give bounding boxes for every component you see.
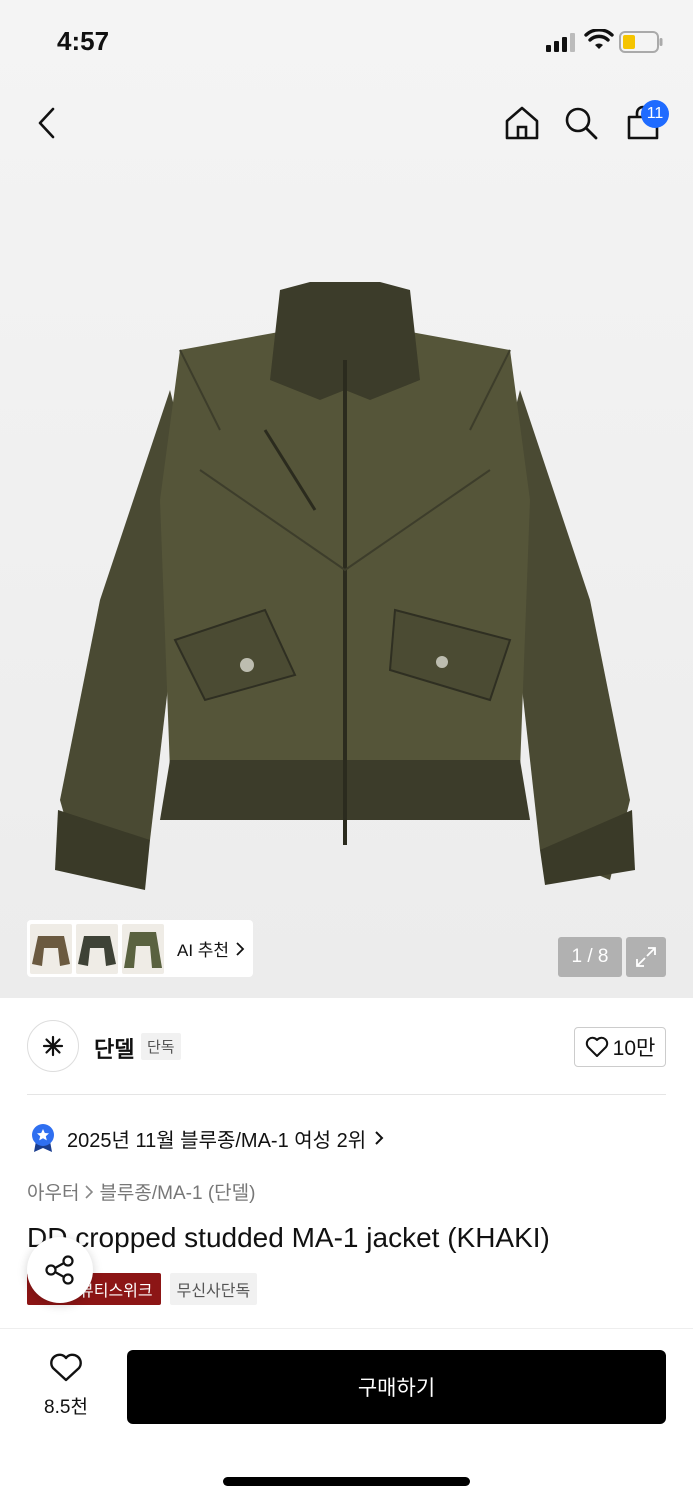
home-button[interactable] [499, 100, 545, 146]
exclusive-tag: 무신사단독 [169, 1273, 258, 1305]
wifi-icon [584, 29, 614, 49]
divider [27, 1094, 666, 1095]
ranking-link[interactable]: 2025년 11월 블루종/MA-1 여성 2위 [30, 1123, 395, 1153]
cellular-signal-icon [546, 33, 575, 52]
breadcrumb: 아우터 블루종/MA-1 (단델) [27, 1178, 255, 1205]
chevron-right-icon [85, 1184, 94, 1199]
jacket-thumb-icon [32, 935, 70, 966]
brand-row: 단델 단독 10만 [27, 1020, 666, 1074]
jacket-thumb-icon [124, 931, 162, 968]
breadcrumb-item[interactable]: 아우터 [27, 1178, 79, 1205]
top-nav [0, 100, 693, 150]
wishlist-count: 8.5천 [44, 1397, 88, 1418]
buy-button[interactable]: 구매하기 [127, 1350, 666, 1424]
ranking-text: 2025년 11월 블루종/MA-1 여성 2위 [67, 1129, 367, 1152]
brand-name[interactable]: 단델 [94, 1032, 134, 1064]
product-title: DD cropped studded MA-1 jacket (KHAKI) [27, 1222, 550, 1253]
wishlist-button[interactable]: 8.5천 [30, 1353, 102, 1418]
heart-icon [50, 1353, 82, 1382]
chevron-right-icon [236, 941, 245, 956]
chevron-left-icon [38, 107, 55, 139]
breadcrumb-item[interactable]: 블루종/MA-1 (단델) [99, 1178, 255, 1205]
brand-like-count: 10만 [612, 1037, 656, 1060]
battery-icon [619, 31, 663, 53]
product-image-gallery[interactable]: 4:57 11 AI 추천 1 / 8 [0, 0, 693, 998]
search-icon [565, 107, 598, 140]
status-bar: 4:57 [0, 0, 693, 80]
share-icon [45, 1255, 74, 1285]
exclusive-tag: 단독 [141, 1033, 181, 1060]
product-image [55, 282, 635, 890]
cart-count-badge: 11 [641, 100, 669, 128]
home-icon [505, 106, 539, 140]
status-time: 4:57 [57, 26, 110, 56]
brand-logo[interactable] [27, 1020, 79, 1072]
recommendation-thumb[interactable] [30, 923, 72, 974]
search-button[interactable] [558, 100, 604, 146]
share-button[interactable] [27, 1237, 93, 1303]
jacket-thumb-icon [78, 935, 116, 966]
expand-icon [636, 947, 656, 967]
ranking-badge-icon [32, 1124, 54, 1152]
brand-like-button[interactable]: 10만 [574, 1027, 666, 1067]
back-button[interactable] [24, 100, 70, 146]
image-counter: 1 / 8 [558, 937, 622, 977]
bottom-action-bar: 8.5천 구매하기 [0, 1328, 693, 1500]
recommendation-thumb[interactable] [76, 923, 118, 974]
ai-recommendation[interactable]: AI 추천 [27, 920, 253, 977]
home-indicator [223, 1477, 470, 1486]
recommendation-thumb[interactable] [122, 923, 164, 974]
asterisk-logo-icon [42, 1035, 64, 1057]
ai-recommendation-label: AI 추천 [177, 941, 230, 960]
heart-icon [585, 1036, 608, 1057]
chevron-right-icon [375, 1131, 384, 1145]
expand-button[interactable] [626, 937, 666, 977]
